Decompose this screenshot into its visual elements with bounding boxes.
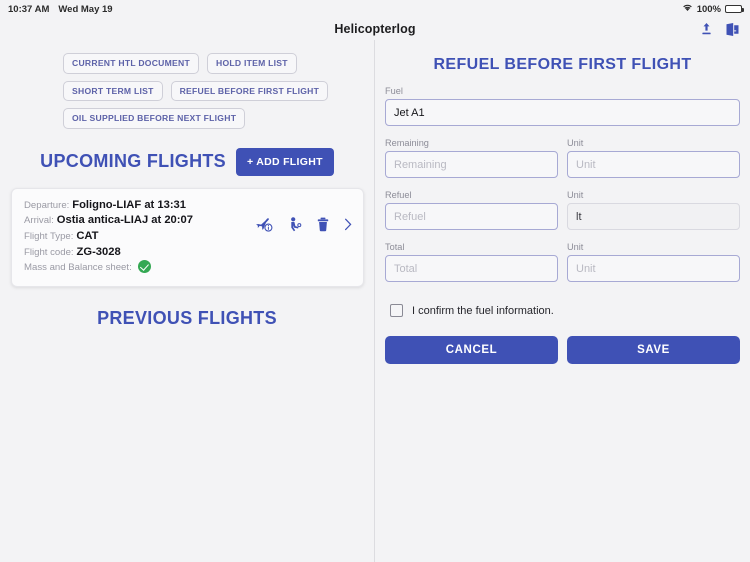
field-remaining-unit: Unit (567, 138, 740, 178)
fuel-input[interactable] (385, 99, 740, 126)
flight-card-actions (255, 216, 352, 232)
refuel-unit-input (567, 203, 740, 230)
field-fuel: Fuel (385, 86, 740, 126)
flight-departure-value: Foligno-LIAF at 13:31 (72, 198, 186, 211)
passenger-icon[interactable] (288, 216, 302, 232)
total-unit-input[interactable] (567, 255, 740, 282)
status-date: Wed May 19 (58, 3, 113, 15)
add-flight-button[interactable]: + ADD FLIGHT (235, 147, 334, 176)
form-title: REFUEL BEFORE FIRST FLIGHT (433, 56, 692, 73)
battery-icon (725, 5, 744, 13)
flight-code-value: ZG-3028 (76, 245, 121, 258)
app-header: Helicopterlog (0, 18, 750, 40)
form-buttons: CANCEL SAVE (385, 336, 740, 364)
battery-percent: 100% (696, 3, 721, 15)
airplane-info-icon[interactable] (255, 217, 273, 232)
confirm-fuel-checkbox[interactable] (390, 304, 403, 317)
save-button[interactable]: SAVE (567, 336, 740, 364)
flight-card[interactable]: Departure: Foligno-LIAF at 13:31 Arrival… (11, 187, 364, 287)
refuel-unit-label: Unit (567, 190, 584, 200)
header-actions (700, 22, 740, 37)
delete-icon[interactable] (317, 217, 329, 232)
fuel-label: Fuel (385, 86, 403, 96)
remaining-unit-row: Remaining Unit (385, 126, 740, 178)
field-refuel: Refuel (385, 190, 558, 230)
upload-icon[interactable] (700, 22, 713, 36)
app-screen: 10:37 AM Wed May 19 100% Helicopterlog C… (0, 0, 750, 562)
confirm-fuel-label: I confirm the fuel information. (412, 304, 554, 317)
flight-departure-label: Departure: (24, 199, 70, 211)
upcoming-flights-header: UPCOMING FLIGHTS + ADD FLIGHT (0, 147, 374, 176)
flight-arrival-label: Arrival: (24, 215, 54, 227)
previous-flights-title: PREVIOUS FLIGHTS (97, 307, 277, 328)
total-unit-row: Total Unit (385, 230, 740, 282)
refuel-input[interactable] (385, 203, 558, 230)
confirm-fuel-row[interactable]: I confirm the fuel information. (385, 304, 740, 317)
mass-balance-status-check-icon (137, 260, 151, 274)
total-label: Total (385, 242, 405, 252)
flight-arrival-value: Ostia antica-LIAJ at 20:07 (56, 214, 193, 227)
status-bar: 10:37 AM Wed May 19 100% (0, 0, 750, 18)
refuel-label: Refuel (385, 190, 412, 200)
total-unit-label: Unit (567, 242, 584, 252)
chip-current-htl-document[interactable]: CURRENT HTL DOCUMENT (63, 53, 199, 74)
chevron-right-icon[interactable] (344, 218, 352, 231)
chip-refuel-before-first-flight[interactable]: REFUEL BEFORE FIRST FLIGHT (170, 80, 329, 102)
flight-type-value: CAT (76, 229, 99, 242)
field-remaining: Remaining (385, 138, 558, 178)
mass-balance-row: Mass and Balance sheet: (24, 260, 351, 276)
chip-oil-supplied-before-next-flight[interactable]: OIL SUPPLIED BEFORE NEXT FLIGHT (63, 108, 246, 129)
total-input[interactable] (385, 255, 558, 282)
remaining-label: Remaining (385, 138, 429, 148)
status-bar-left: 10:37 AM Wed May 19 (8, 4, 113, 15)
flight-type-label: Flight Type: (24, 230, 74, 242)
remaining-input[interactable] (385, 151, 558, 178)
status-time: 10:37 AM (8, 3, 50, 15)
wifi-icon (682, 3, 693, 15)
flight-departure-row: Departure: Foligno-LIAF at 13:31 (24, 198, 351, 214)
flight-code-row: Flight code: ZG-3028 (24, 245, 351, 261)
field-total: Total (385, 242, 558, 282)
logout-icon[interactable] (725, 22, 740, 37)
main-content: CURRENT HTL DOCUMENT HOLD ITEM LIST SHOR… (0, 40, 750, 562)
field-total-unit: Unit (567, 242, 740, 282)
chip-hold-item-list[interactable]: HOLD ITEM LIST (207, 53, 297, 74)
upcoming-flights-title: UPCOMING FLIGHTS (40, 151, 226, 172)
flight-code-label: Flight code: (24, 246, 74, 258)
field-refuel-unit: Unit (567, 190, 740, 230)
document-chips: CURRENT HTL DOCUMENT HOLD ITEM LIST SHOR… (0, 40, 374, 129)
refuel-unit-row: Refuel Unit (385, 178, 740, 230)
mass-balance-label: Mass and Balance sheet: (24, 262, 132, 274)
left-panel: CURRENT HTL DOCUMENT HOLD ITEM LIST SHOR… (0, 40, 375, 562)
remaining-unit-label: Unit (567, 138, 584, 148)
status-bar-right: 100% (682, 3, 744, 15)
cancel-button[interactable]: CANCEL (385, 336, 558, 364)
chip-short-term-list[interactable]: SHORT TERM LIST (63, 80, 163, 102)
page-title: Helicopterlog (334, 22, 416, 36)
remaining-unit-input[interactable] (567, 151, 740, 178)
refuel-form-panel: REFUEL BEFORE FIRST FLIGHT Fuel Remainin… (375, 40, 750, 562)
